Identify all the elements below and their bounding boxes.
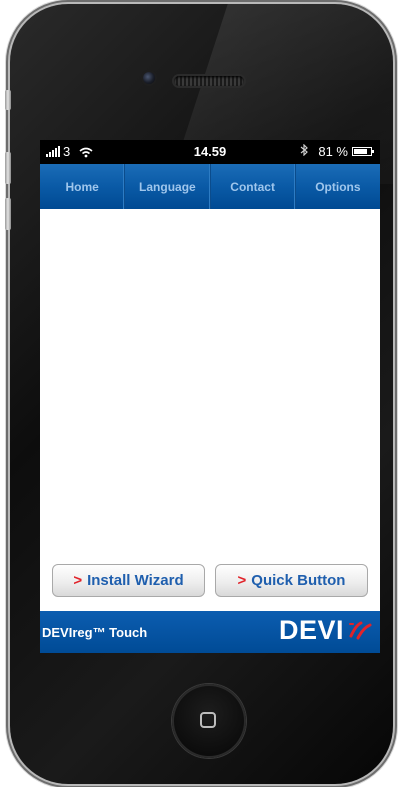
battery-percent: 81 % xyxy=(318,144,348,159)
volume-up-button[interactable] xyxy=(5,152,11,184)
nav-language[interactable]: Language xyxy=(125,164,211,209)
front-camera xyxy=(143,72,155,84)
nav-contact[interactable]: Contact xyxy=(211,164,296,209)
devi-logo-text: DEVI xyxy=(278,615,344,645)
battery-fill xyxy=(354,149,367,154)
nav-home[interactable]: Home xyxy=(40,164,126,209)
footer-bar: DEVIreg™ Touch DEVI xyxy=(40,611,380,653)
install-wizard-label: Install Wizard xyxy=(87,572,184,589)
mute-switch[interactable] xyxy=(5,90,11,110)
app-screen: 3 14.59 81 % Home Language Contact Optio… xyxy=(40,140,380,653)
top-nav: Home Language Contact Options xyxy=(40,164,380,209)
battery-icon xyxy=(352,147,374,156)
home-square-icon xyxy=(200,712,216,728)
install-wizard-button[interactable]: > Install Wizard xyxy=(52,564,205,597)
quick-button[interactable]: > Quick Button xyxy=(215,564,368,597)
install-arrow: > xyxy=(73,572,83,589)
quick-button-label: Quick Button xyxy=(251,572,346,589)
volume-down-button[interactable] xyxy=(5,198,11,230)
status-bar: 3 14.59 81 % xyxy=(40,140,380,164)
earpiece-speaker xyxy=(174,76,244,86)
status-right: 81 % xyxy=(300,143,374,159)
nav-options[interactable]: Options xyxy=(296,164,380,209)
product-name: DEVIreg™ Touch xyxy=(42,625,148,640)
quick-arrow: > xyxy=(237,572,247,589)
devi-logo-mark xyxy=(349,621,372,640)
bluetooth-icon xyxy=(300,143,309,159)
content-area xyxy=(40,209,380,611)
home-button[interactable] xyxy=(172,684,246,758)
